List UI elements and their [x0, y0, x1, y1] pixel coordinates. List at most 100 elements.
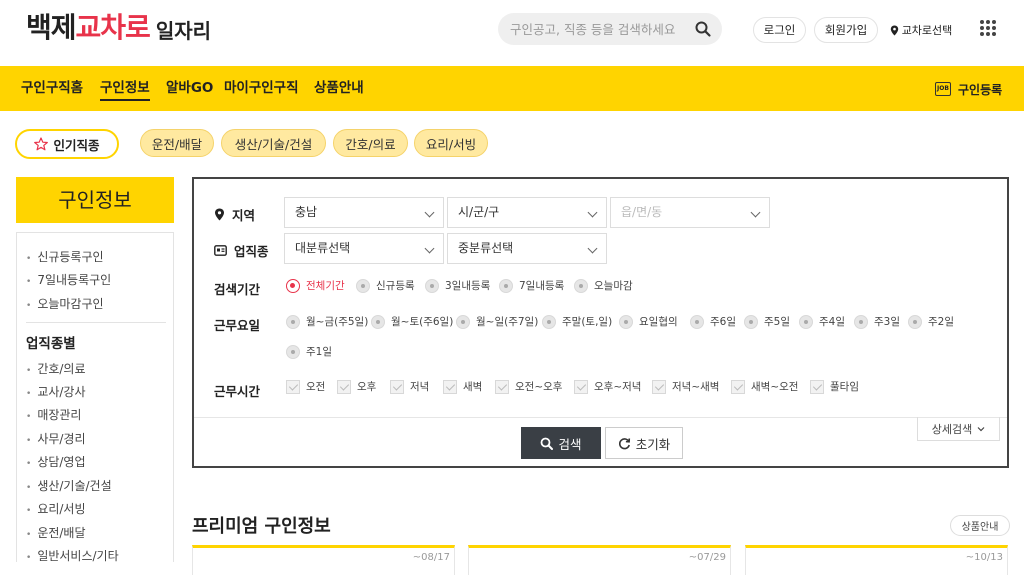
days-radio[interactable]: 월~금(주5일)	[286, 314, 368, 329]
town-select[interactable]: 읍/면/동	[610, 197, 770, 228]
login-button[interactable]: 로그인	[753, 17, 806, 43]
chip-driving-delivery[interactable]: 운전/배달	[140, 129, 214, 157]
sidebar-item-new[interactable]: 신규등록구인	[26, 248, 103, 265]
days-radio[interactable]: 주4일	[799, 314, 845, 329]
sidebar-menu: 신규등록구인 7일내등록구인 오늘마감구인 업직종별 간호/의료 교사/강사 매…	[16, 232, 174, 564]
period-label: 검색기간	[214, 282, 261, 297]
search-input[interactable]	[510, 21, 690, 37]
region-select-label: 교차로선택	[901, 24, 953, 37]
major-category-value: 대분류선택	[295, 241, 351, 255]
app-menu-icon[interactable]	[980, 20, 996, 36]
nav-job-home[interactable]: 구인구직홈	[21, 66, 83, 111]
region-label-text: 지역	[232, 208, 256, 223]
chevron-down-icon	[587, 243, 598, 254]
town-select-value: 읍/면/동	[621, 205, 663, 219]
period-radio-new[interactable]: 신규등록	[356, 278, 415, 293]
product-info-button[interactable]: 상품안내	[950, 515, 1010, 536]
period-radio-all[interactable]: 전체기간	[286, 278, 345, 293]
city-select[interactable]: 시/군/구	[447, 197, 607, 228]
days-radio[interactable]: 주3일	[854, 314, 900, 329]
sidebar-category-item[interactable]: 운전/배달	[26, 524, 85, 541]
premium-job-card[interactable]: ~07/29	[468, 545, 731, 575]
id-card-icon	[214, 245, 227, 256]
major-category-select[interactable]: 대분류선택	[284, 233, 444, 264]
time-checkbox[interactable]: 오전	[286, 379, 325, 394]
logo-text-gyocharo: 교차로	[75, 11, 151, 44]
time-checkbox[interactable]: 풀타임	[810, 379, 859, 394]
time-checkbox[interactable]: 저녁	[390, 379, 429, 394]
sidebar-category-item[interactable]: 매장관리	[26, 406, 81, 423]
days-radio[interactable]: 주말(토,일)	[542, 314, 612, 329]
days-radio[interactable]: 주1일	[286, 344, 332, 359]
search-icon	[541, 437, 554, 450]
main-nav: 구인구직홈 구인정보 알바GO 마이구인구직 상품안내 JOB 구인등록	[0, 66, 1024, 111]
city-select-value: 시/군/구	[458, 205, 500, 219]
premium-job-card[interactable]: ~08/17	[192, 545, 455, 575]
province-select[interactable]: 충남	[284, 197, 444, 228]
sidebar-divider	[26, 322, 166, 323]
sidebar-category-item[interactable]: 생산/기술/건설	[26, 477, 111, 494]
site-logo[interactable]: 백제 교차로 일자리	[26, 11, 212, 46]
chevron-down-icon	[750, 207, 761, 218]
sidebar-category-item[interactable]: 교사/강사	[26, 383, 85, 400]
filter-divider	[194, 417, 1007, 418]
nav-my-jobs[interactable]: 마이구인구직	[224, 66, 299, 111]
chevron-down-icon	[587, 207, 598, 218]
card-deadline: ~10/13	[965, 552, 1003, 563]
nav-alba-go[interactable]: 알바GO	[166, 66, 213, 111]
sidebar-category-item[interactable]: 사무/경리	[26, 430, 85, 447]
sidebar-category-item[interactable]: 상담/영업	[26, 453, 85, 470]
popular-jobs-label: 인기직종	[53, 137, 100, 153]
job-register-icon: JOB	[935, 82, 951, 96]
premium-section-title: 프리미엄 구인정보	[192, 516, 331, 537]
days-radio[interactable]: 주6일	[690, 314, 736, 329]
sidebar-category-item[interactable]: 요리/서빙	[26, 500, 85, 517]
days-radio[interactable]: 월~토(주6일)	[371, 314, 453, 329]
chip-production-tech[interactable]: 생산/기술/건설	[221, 129, 326, 157]
nav-job-info[interactable]: 구인정보	[100, 66, 150, 111]
minor-category-select[interactable]: 중분류선택	[447, 233, 607, 264]
detail-search-toggle[interactable]: 상세검색	[917, 417, 1000, 441]
time-checkbox[interactable]: 새벽~오전	[731, 379, 798, 394]
days-radio[interactable]: 요일협의	[619, 314, 678, 329]
days-radio[interactable]: 월~일(주7일)	[456, 314, 538, 329]
time-checkbox[interactable]: 새벽	[443, 379, 482, 394]
days-radio[interactable]: 주5일	[744, 314, 790, 329]
sidebar-item-7days[interactable]: 7일내등록구인	[26, 271, 111, 288]
period-radio-7days[interactable]: 7일내등록	[499, 278, 564, 293]
time-checkbox[interactable]: 오후~저녁	[574, 379, 641, 394]
region-select-button[interactable]: 교차로선택	[886, 17, 956, 43]
detail-search-label: 상세검색	[931, 422, 973, 436]
signup-button[interactable]: 회원가입	[814, 17, 878, 43]
search-button[interactable]: 검색	[521, 427, 601, 459]
premium-job-card[interactable]: ~10/13	[745, 545, 1008, 575]
chevron-down-icon	[424, 243, 435, 254]
refresh-icon	[618, 437, 630, 449]
sidebar-category-item[interactable]: 간호/의료	[26, 360, 85, 377]
job-type-label-text: 업직종	[234, 244, 269, 259]
search-icon[interactable]	[694, 20, 712, 38]
nav-products[interactable]: 상품안내	[314, 66, 364, 111]
period-radio-today[interactable]: 오늘마감	[574, 278, 633, 293]
time-checkbox[interactable]: 저녁~새벽	[652, 379, 719, 394]
sidebar-category-item[interactable]: 일반서비스/기타	[26, 547, 118, 564]
popular-jobs-button[interactable]: 인기직종	[15, 129, 119, 159]
sidebar-category-heading: 업직종별	[26, 336, 76, 352]
logo-text-jobs: 일자리	[155, 19, 212, 43]
time-checkbox[interactable]: 오전~오후	[495, 379, 562, 394]
job-type-label: 업직종	[214, 241, 269, 260]
province-select-value: 충남	[295, 205, 318, 219]
chip-cooking-serving[interactable]: 요리/서빙	[414, 129, 488, 157]
days-radio[interactable]: 주2일	[908, 314, 954, 329]
job-register-label: 구인등록	[958, 82, 1003, 97]
time-checkbox[interactable]: 오후	[337, 379, 376, 394]
logo-text-baekje: 백제	[26, 11, 77, 44]
reset-button[interactable]: 초기화	[605, 427, 683, 459]
card-deadline: ~07/29	[688, 552, 726, 563]
chip-nursing-medical[interactable]: 간호/의료	[333, 129, 408, 157]
period-radio-3days[interactable]: 3일내등록	[425, 278, 490, 293]
sidebar-item-closing-today[interactable]: 오늘마감구인	[26, 295, 103, 312]
star-icon	[34, 137, 49, 151]
location-pin-icon	[215, 208, 224, 221]
job-register-button[interactable]: JOB 구인등록	[935, 79, 1002, 99]
